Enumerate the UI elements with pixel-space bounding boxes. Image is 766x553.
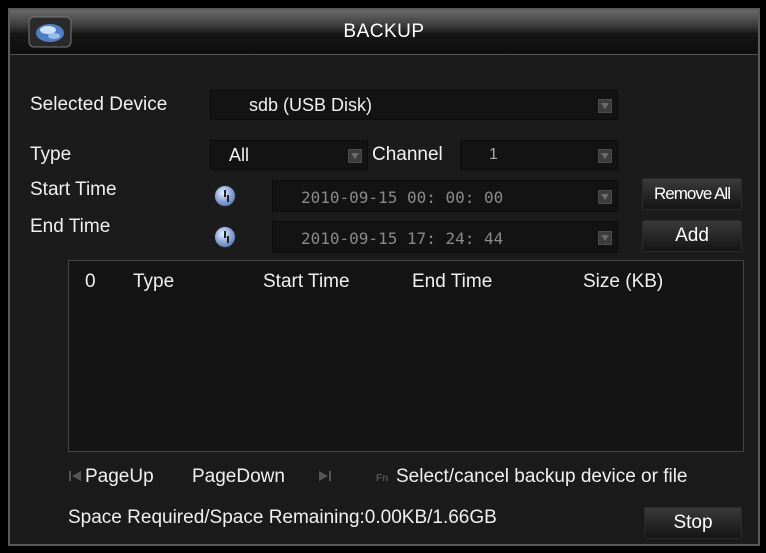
channel-select[interactable]: 1 bbox=[460, 140, 618, 170]
page-up-label[interactable]: PageUp bbox=[85, 466, 154, 488]
page-up-icon[interactable] bbox=[68, 469, 82, 483]
type-select[interactable]: All bbox=[210, 140, 368, 170]
clock-icon[interactable] bbox=[214, 226, 236, 248]
selected-device-value: sdb (USB Disk) bbox=[249, 95, 373, 115]
dropdown-arrow-icon bbox=[598, 99, 612, 113]
remove-all-button[interactable]: Remove All bbox=[642, 178, 742, 210]
type-value: All bbox=[229, 145, 250, 165]
column-size: Size (KB) bbox=[583, 271, 664, 292]
selected-device-select[interactable]: sdb (USB Disk) bbox=[210, 90, 618, 120]
title-bar: BACKUP bbox=[10, 10, 758, 55]
channel-value: 1 bbox=[489, 146, 498, 163]
page-down-icon[interactable] bbox=[318, 469, 332, 483]
clock-icon[interactable] bbox=[214, 185, 236, 207]
end-time-field[interactable]: 2010-09-15 17: 24: 44 bbox=[272, 221, 618, 253]
channel-label: Channel bbox=[372, 144, 443, 165]
dropdown-arrow-icon bbox=[598, 190, 612, 204]
start-time-label: Start Time bbox=[30, 179, 117, 200]
stop-button[interactable]: Stop bbox=[644, 507, 742, 539]
column-type: Type bbox=[133, 271, 175, 292]
add-button[interactable]: Add bbox=[642, 220, 742, 252]
dropdown-arrow-icon bbox=[348, 149, 362, 163]
column-start-time: Start Time bbox=[263, 271, 350, 292]
start-time-field[interactable]: 2010-09-15 00: 00: 00 bbox=[272, 180, 618, 212]
space-info-text: Space Required/Space Remaining:0.00KB/1.… bbox=[68, 507, 497, 528]
fn-key-icon: Fn bbox=[376, 473, 389, 484]
end-time-value: 2010-09-15 17: 24: 44 bbox=[301, 229, 504, 248]
type-label: Type bbox=[30, 144, 72, 165]
backup-window: BACKUP Selected Device sdb (USB Disk) Ty… bbox=[8, 8, 760, 546]
column-end-time: End Time bbox=[412, 271, 493, 292]
selected-device-label: Selected Device bbox=[30, 94, 168, 115]
column-index: 0 bbox=[85, 271, 96, 292]
dropdown-arrow-icon bbox=[598, 149, 612, 163]
end-time-label: End Time bbox=[30, 216, 111, 237]
backup-file-list[interactable]: 0 Type Start Time End Time Size (KB) bbox=[68, 260, 744, 452]
start-time-value: 2010-09-15 00: 00: 00 bbox=[301, 188, 504, 207]
page-down-label[interactable]: PageDown bbox=[192, 466, 285, 488]
fn-hint-text: Select/cancel backup device or file bbox=[396, 466, 688, 487]
dropdown-arrow-icon bbox=[598, 231, 612, 245]
window-title: BACKUP bbox=[343, 21, 425, 42]
